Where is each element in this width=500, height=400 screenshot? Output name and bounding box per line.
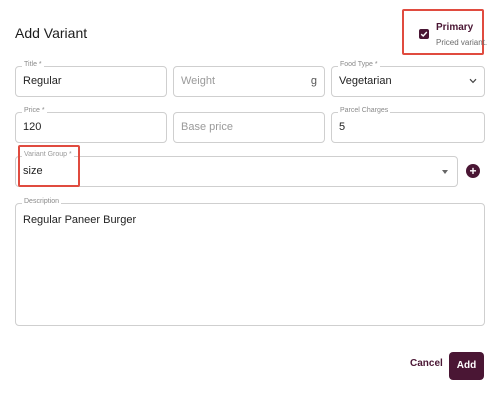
chevron-down-icon bbox=[469, 78, 477, 84]
dialog-title: Add Variant bbox=[15, 25, 88, 41]
weight-field[interactable]: Weight g bbox=[173, 66, 325, 97]
variant-group-value: size bbox=[23, 165, 43, 177]
add-button[interactable]: Add bbox=[449, 352, 484, 380]
price-value: 120 bbox=[23, 121, 42, 133]
parcel-charges-field[interactable]: Parcel Charges 5 bbox=[331, 107, 485, 143]
title-value: Regular bbox=[23, 75, 62, 87]
caret-down-icon bbox=[442, 170, 448, 174]
price-field[interactable]: Price * 120 bbox=[15, 107, 167, 143]
primary-description: Priced variant. bbox=[436, 38, 488, 47]
food-type-label: Food Type * bbox=[338, 61, 380, 68]
variant-group-select[interactable]: Variant Group * size bbox=[15, 151, 458, 187]
description-label: Description bbox=[22, 198, 62, 205]
food-type-select[interactable]: Food Type * Vegetarian bbox=[331, 61, 485, 97]
parcel-charges-value: 5 bbox=[339, 121, 346, 133]
base-price-placeholder: Base price bbox=[181, 121, 233, 133]
cancel-button[interactable]: Cancel bbox=[410, 358, 443, 369]
parcel-charges-label: Parcel Charges bbox=[338, 107, 391, 114]
title-label: Title * bbox=[22, 61, 44, 68]
price-label: Price * bbox=[22, 107, 47, 114]
description-value: Regular Paneer Burger bbox=[23, 214, 137, 226]
base-price-field[interactable]: Base price bbox=[173, 112, 325, 143]
title-field[interactable]: Title * Regular bbox=[15, 61, 167, 97]
primary-option[interactable]: Primary Priced variant. bbox=[402, 9, 488, 55]
primary-label: Primary bbox=[436, 22, 474, 33]
add-variant-dialog: Add Variant Primary Priced variant. Titl… bbox=[0, 0, 500, 400]
primary-checkbox[interactable] bbox=[419, 29, 429, 39]
plus-circle-icon: + bbox=[469, 164, 477, 178]
weight-unit-suffix: g bbox=[310, 75, 317, 87]
weight-placeholder: Weight bbox=[181, 75, 216, 87]
variant-group-label: Variant Group * bbox=[22, 151, 74, 158]
check-icon bbox=[420, 31, 428, 37]
add-variant-group-button[interactable]: + bbox=[466, 164, 480, 178]
description-field[interactable]: Description Regular Paneer Burger bbox=[15, 198, 485, 326]
food-type-value: Vegetarian bbox=[339, 75, 392, 87]
